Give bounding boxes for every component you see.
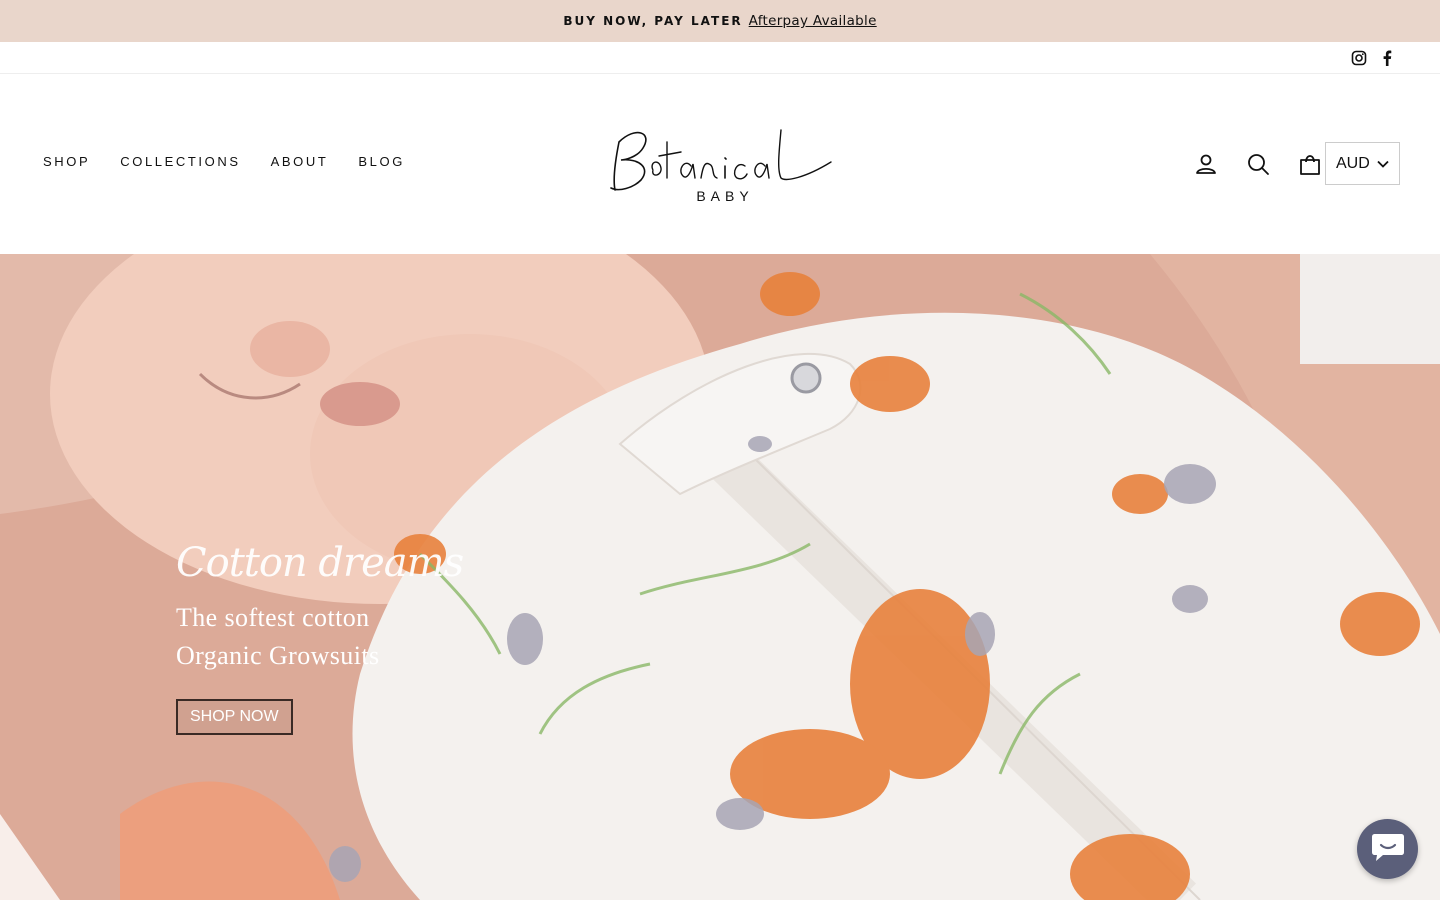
site-header: SHOP COLLECTIONS ABOUT BLOG BABY AUD	[0, 74, 1440, 254]
chat-icon	[1371, 832, 1405, 866]
search-icon[interactable]	[1245, 151, 1271, 177]
currency-selector[interactable]: AUD	[1325, 142, 1400, 185]
chat-button[interactable]	[1357, 819, 1418, 879]
main-nav: SHOP COLLECTIONS ABOUT BLOG	[43, 154, 405, 169]
instagram-icon[interactable]	[1350, 49, 1368, 67]
afterpay-link[interactable]: Afterpay Available	[749, 13, 877, 29]
shop-now-button[interactable]: SHOP NOW	[176, 699, 293, 735]
utility-bar	[0, 42, 1440, 74]
chevron-down-icon	[1377, 155, 1389, 173]
site-logo[interactable]: BABY	[605, 122, 837, 212]
account-icon[interactable]	[1193, 151, 1219, 177]
nav-shop[interactable]: SHOP	[43, 154, 90, 169]
announcement-bar: BUY NOW, PAY LATER Afterpay Available	[0, 0, 1440, 42]
hero-eyebrow: Cotton dreams	[176, 540, 464, 586]
announcement-text: BUY NOW, PAY LATER	[563, 14, 743, 28]
currency-value: AUD	[1336, 154, 1370, 172]
hero-banner: Cotton dreams The softest cotton Organic…	[0, 254, 1440, 900]
logo-subtitle: BABY	[696, 188, 754, 204]
hero-title-line-1: The softest cotton	[176, 603, 370, 632]
cart-icon[interactable]	[1297, 151, 1323, 177]
nav-blog[interactable]: BLOG	[358, 154, 405, 169]
hero-copy: Cotton dreams The softest cotton Organic…	[176, 539, 464, 735]
facebook-icon[interactable]	[1378, 49, 1396, 67]
hero-title: The softest cotton Organic Growsuits	[176, 599, 463, 675]
logo-script	[610, 129, 832, 191]
nav-about[interactable]: ABOUT	[271, 154, 329, 169]
header-actions	[1193, 151, 1323, 177]
hero-title-line-2: Organic Growsuits	[176, 641, 380, 670]
nav-collections[interactable]: COLLECTIONS	[120, 154, 240, 169]
